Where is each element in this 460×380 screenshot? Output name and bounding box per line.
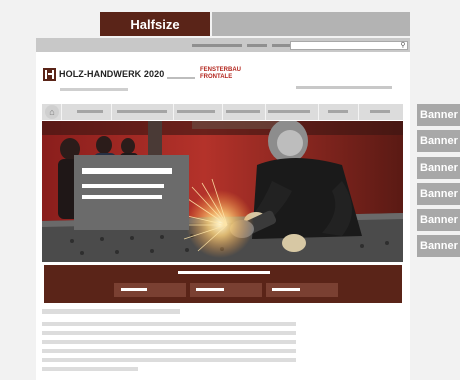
home-icon[interactable]: ⌂ [45,105,59,119]
hero-text-placeholder [82,184,164,188]
content-text-placeholder [42,349,296,353]
logo-subtitle-placeholder [60,88,128,91]
nav-item[interactable] [177,110,215,113]
banner-6[interactable]: Banner [417,235,460,257]
partner-logo[interactable]: FENSTERBAU FRONTALE [200,67,241,81]
content-text-placeholder [42,358,296,362]
site-logo-text[interactable]: HOLZ-HANDWERK 2020 [59,69,164,79]
banner-3[interactable]: Banner [417,157,460,179]
tab-placeholder[interactable] [212,12,410,36]
content-text-placeholder [42,340,296,344]
banner-4[interactable]: Banner [417,183,460,205]
banner-1[interactable]: Banner [417,104,460,126]
content-heading-placeholder [42,309,180,314]
search-input[interactable] [290,41,408,50]
partner-logo-line1: FENSTERBAU [200,67,242,73]
banner-2[interactable]: Banner [417,130,460,152]
banner-5[interactable]: Banner [417,209,460,231]
partner-logo-line2: FRONTALE [200,74,233,80]
hero-text-card[interactable] [74,155,189,230]
header-right-placeholder [296,86,392,89]
content-text-placeholder [42,367,138,371]
hero-text-placeholder [82,195,162,199]
nav-item[interactable] [328,110,348,113]
content-text-placeholder [42,331,296,335]
utility-link[interactable] [192,44,242,47]
logo-separator [167,77,195,79]
nav-item[interactable] [117,110,167,113]
tab-halfsize[interactable]: Halfsize [100,12,210,36]
teaser-title-placeholder [178,271,270,274]
utility-link[interactable] [247,44,267,47]
content-text-placeholder [42,322,296,326]
nav-item[interactable] [226,110,260,113]
hero-title-placeholder [82,168,172,174]
logo-mark[interactable] [43,68,56,81]
nav-item[interactable] [268,110,310,113]
nav-item[interactable] [77,110,103,113]
search-icon[interactable]: ⚲ [398,41,408,50]
nav-item[interactable] [370,110,390,113]
